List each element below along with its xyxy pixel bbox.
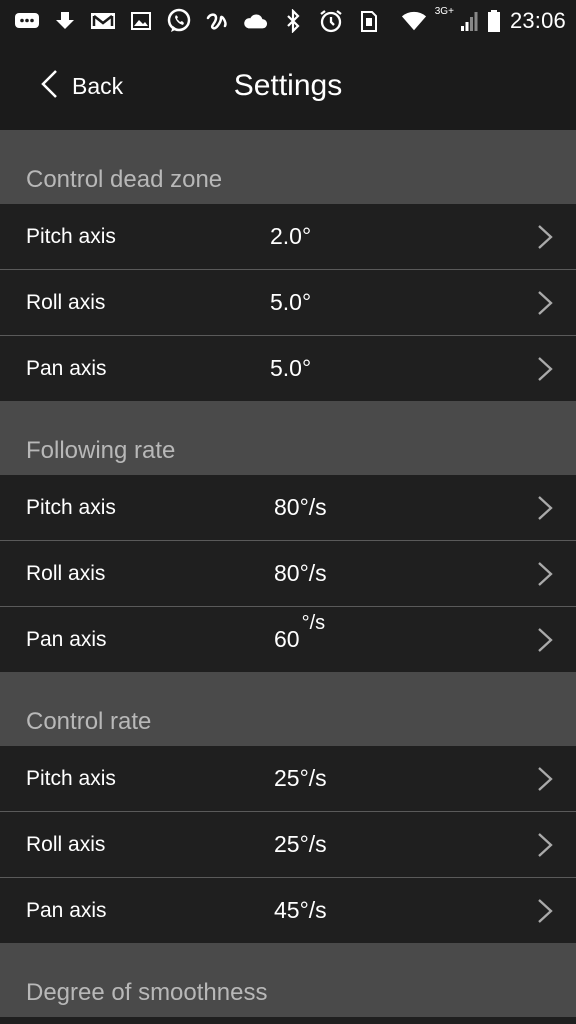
row-value: 45°/s: [274, 897, 327, 923]
row-dead-zone-pitch[interactable]: Pitch axis 2.0°: [0, 204, 576, 270]
system-status: 3G+ 23:06: [401, 6, 566, 36]
section-title: Following rate: [26, 437, 176, 464]
row-value: 5.0°: [270, 355, 312, 381]
chevron-right-icon: [538, 225, 553, 249]
back-button[interactable]: Back: [40, 42, 123, 130]
image-icon: [128, 9, 154, 33]
row-label: Roll axis: [26, 290, 106, 314]
row-label: Pan axis: [26, 627, 107, 651]
download-icon: [52, 9, 78, 33]
row-label: Pitch axis: [26, 766, 116, 790]
network-type: 3G+: [434, 6, 454, 17]
section-title: Degree of smoothness: [26, 979, 268, 1006]
row-control-rate-pan[interactable]: Pan axis 45°/s: [0, 878, 576, 943]
whatsapp-icon: [166, 8, 192, 33]
section-header-degree-of-smoothness: Degree of smoothness: [0, 943, 576, 1017]
chat-icon: [14, 9, 40, 33]
row-value: 80°/s: [274, 494, 327, 520]
chevron-right-icon: [538, 291, 553, 315]
row-value: 25°/s: [274, 831, 327, 857]
sim-icon: [356, 9, 382, 33]
section-header-control-dead-zone: Control dead zone: [0, 130, 576, 204]
status-bar: 3G+ 23:06: [0, 0, 576, 42]
bluetooth-icon: [280, 9, 306, 33]
row-label: Pan axis: [26, 356, 107, 380]
row-label: Pitch axis: [26, 224, 116, 248]
settings-list: Control dead zone Pitch axis 2.0° Roll a…: [0, 130, 576, 1017]
row-value: 60: [274, 626, 300, 652]
section-header-control-rate: Control rate: [0, 672, 576, 746]
chevron-right-icon: [538, 767, 553, 791]
row-label: Roll axis: [26, 832, 106, 856]
chevron-right-icon: [538, 899, 553, 923]
row-value: 5.0°: [270, 289, 312, 315]
clock: 23:06: [509, 8, 566, 33]
alarm-icon: [318, 9, 344, 33]
chevron-left-icon: [40, 69, 58, 104]
row-unit: °/s: [301, 612, 326, 634]
chevron-right-icon: [538, 496, 553, 520]
swift-icon: [204, 9, 230, 33]
signal-icon: [460, 9, 478, 33]
section-title: Control dead zone: [26, 166, 223, 193]
gmail-icon: [90, 9, 116, 33]
row-following-pan[interactable]: Pan axis 60 °/s: [0, 607, 576, 672]
row-following-pitch[interactable]: Pitch axis 80°/s: [0, 475, 576, 541]
row-dead-zone-roll[interactable]: Roll axis 5.0°: [0, 270, 576, 336]
back-label: Back: [72, 72, 124, 99]
cloud-icon: [242, 9, 268, 33]
app-header: Back Settings: [0, 42, 576, 130]
row-label: Roll axis: [26, 561, 106, 585]
battery-icon: [486, 9, 502, 33]
row-label: Pitch axis: [26, 495, 116, 519]
wifi-icon: [401, 9, 427, 33]
row-value: 2.0°: [270, 223, 312, 249]
row-control-rate-pitch[interactable]: Pitch axis 25°/s: [0, 746, 576, 812]
row-dead-zone-pan[interactable]: Pan axis 5.0°: [0, 336, 576, 401]
section-title: Control rate: [26, 708, 152, 735]
row-value-group: 60 °/s: [274, 607, 326, 672]
section-header-following-rate: Following rate: [0, 401, 576, 475]
chevron-right-icon: [538, 833, 553, 857]
row-label: Pan axis: [26, 898, 107, 922]
row-control-rate-roll[interactable]: Roll axis 25°/s: [0, 812, 576, 878]
notification-icons: [14, 6, 382, 36]
row-value: 80°/s: [274, 560, 327, 586]
chevron-right-icon: [538, 357, 553, 381]
row-following-roll[interactable]: Roll axis 80°/s: [0, 541, 576, 607]
chevron-right-icon: [538, 562, 553, 586]
row-value: 25°/s: [274, 765, 327, 791]
chevron-right-icon: [538, 628, 553, 652]
